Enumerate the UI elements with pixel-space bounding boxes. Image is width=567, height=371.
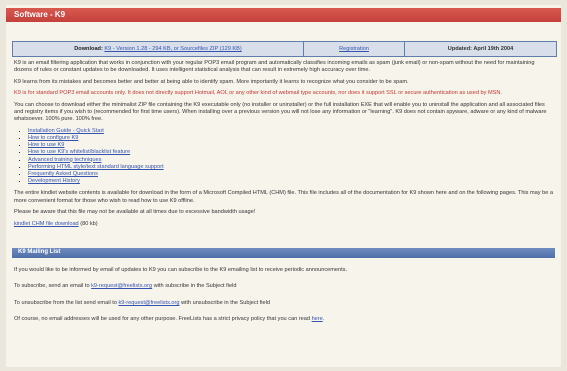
updated-cell: Updated: April 19th 2004	[405, 42, 556, 56]
page-title: Software - K9	[14, 10, 66, 19]
toc-item: Advanced training techniques	[28, 157, 554, 164]
unsubscribe-text: To unsubscribe from the list send email …	[14, 299, 117, 306]
toc-item: How to configure K9	[28, 135, 554, 142]
toc-list: Installation Guide - Quick Start How to …	[14, 128, 554, 186]
toc-item: Development History	[28, 178, 554, 185]
download-links[interactable]: K9 - Version 1.28 - 294 KB, or Sourcefil…	[104, 46, 241, 52]
toc-link-quick-start[interactable]: Installation Guide - Quick Start	[28, 128, 104, 134]
k9-page: Software - K9 Download: K9 - Version 1.2…	[6, 5, 561, 367]
chm-download-link[interactable]: kindlet CHM file download	[14, 221, 79, 227]
download-label: Download:	[74, 46, 103, 52]
download-paragraph: You can choose to download either the mi…	[14, 101, 547, 123]
registration-cell: Registration	[304, 42, 405, 56]
intro-paragraph: K9 is an email filtering application tha…	[14, 60, 535, 74]
toc-link-whitelist[interactable]: How to use K9's whitelist/blacklist feat…	[28, 149, 130, 155]
toc-item: How to use K9	[28, 142, 554, 149]
toc-link-training[interactable]: Advanced training techniques	[28, 157, 101, 163]
toc-link-history[interactable]: Development History	[28, 178, 80, 184]
pop3-warning: K9 is for standard POP3 email accounts o…	[14, 90, 502, 97]
unsubscribe-line: To unsubscribe from the list send email …	[14, 300, 554, 307]
privacy-line: Of course, no email addresses will be us…	[14, 316, 325, 323]
title-bar: Software - K9	[6, 8, 561, 22]
toc-item: Frequently Asked Questions	[28, 171, 554, 178]
learning-paragraph: K9 learns from its mistakes and becomes …	[14, 78, 409, 85]
unsubscribe-instruction: with unsubscribe in the Subject field	[181, 299, 271, 306]
unsubscribe-email-link[interactable]: k9-request@freelists.org	[118, 300, 179, 306]
privacy-link[interactable]: here	[312, 316, 323, 322]
toc-link-use[interactable]: How to use K9	[28, 142, 64, 148]
download-cell: Download: K9 - Version 1.28 - 294 KB, or…	[13, 42, 304, 56]
toc-link-language[interactable]: Performing HTML style/text standard lang…	[28, 164, 164, 170]
mailing-list-heading: K9 Mailing List	[18, 249, 61, 255]
toc-item: Installation Guide - Quick Start	[28, 128, 554, 135]
subscribe-email-link[interactable]: k9-request@freelists.org	[91, 283, 152, 289]
mailing-list-section: If you would like to be informed by emai…	[14, 267, 554, 333]
toc-item: How to use K9's whitelist/blacklist feat…	[28, 149, 554, 156]
chm-download-line: kindlet CHM file download (80 kb)	[14, 221, 554, 228]
mailing-list-header: K9 Mailing List	[12, 248, 555, 258]
download-info-bar: Download: K9 - Version 1.28 - 294 KB, or…	[12, 41, 557, 57]
chm-paragraph: The entire kindlet website contents is a…	[14, 190, 554, 204]
subscribe-text: To subscribe, send an email to	[14, 283, 90, 290]
subscribe-line: To subscribe, send an email to k9-reques…	[14, 283, 554, 290]
privacy-text: Of course, no email addresses will be us…	[14, 316, 310, 323]
toc-link-configure[interactable]: How to configure K9	[28, 135, 78, 141]
chm-size: (80 kb)	[80, 220, 98, 227]
mailing-intro: If you would like to be informed by emai…	[14, 267, 348, 273]
toc-link-faq[interactable]: Frequently Asked Questions	[28, 171, 98, 177]
bandwidth-notice: Please be aware that this file may not b…	[14, 209, 256, 216]
subscribe-instruction: with subscribe in the Subject field	[153, 283, 237, 290]
toc-item: Performing HTML style/text standard lang…	[28, 164, 554, 171]
main-content: K9 is an email filtering application tha…	[14, 60, 554, 232]
registration-link[interactable]: Registration	[339, 46, 369, 52]
